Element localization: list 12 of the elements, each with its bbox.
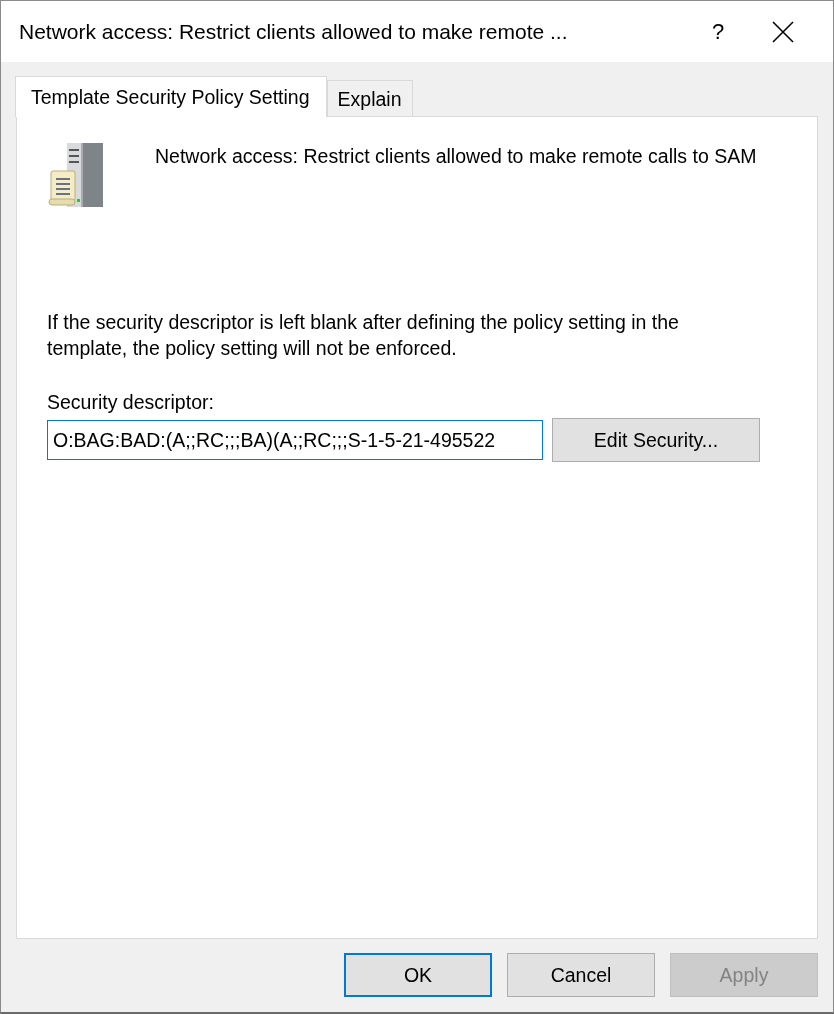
close-icon[interactable] [771, 19, 795, 44]
tab[interactable]: Explain [326, 80, 413, 116]
edit-security-button[interactable]: Edit Security... [552, 418, 760, 462]
dialog-button[interactable]: Cancel [507, 953, 655, 997]
field-label: Security descriptor: [47, 391, 215, 414]
policy-name: Network access: Restrict clients allowed to make remote calls to SAM [155, 144, 758, 169]
help-button[interactable]: ? [695, 18, 741, 45]
security-descriptor-field[interactable]: O:BAG:BAD:(A;;RC;;;BA)(A;;RC;;;S-1-5-21-495522 [47, 420, 543, 460]
policy-note: If the security descriptor is left blank after defining the policy setting in the template, the policy setting will not be enforced. [47, 310, 680, 361]
dialog-button[interactable]: OK [344, 953, 492, 997]
tab[interactable]: Template Security Policy Setting [15, 76, 327, 117]
window-title: Network access: Restrict clients allowed to make remote ... [19, 19, 569, 44]
